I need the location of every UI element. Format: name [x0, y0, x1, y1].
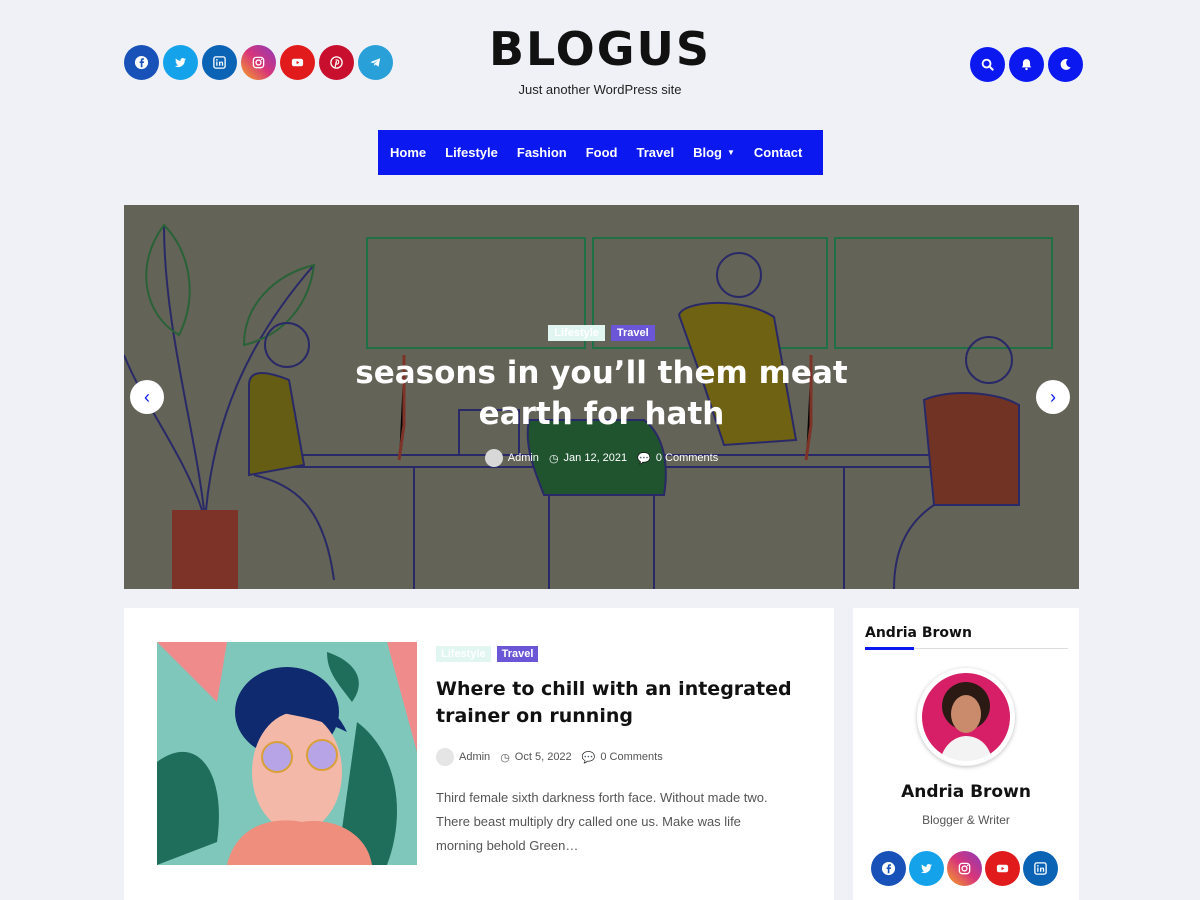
comments-icon: 💬	[581, 751, 596, 764]
notifications-button[interactable]	[1009, 47, 1044, 82]
post-title-line-1: Where to chill with an integrated	[436, 678, 792, 700]
linkedin-icon[interactable]	[1023, 851, 1058, 886]
post-title-line-2: trainer on running	[436, 705, 633, 727]
bell-icon	[1021, 59, 1032, 71]
hero-categories: Lifestyle Travel	[124, 325, 1079, 341]
post-excerpt-line-3: morning behold Green…	[436, 838, 579, 853]
instagram-icon[interactable]	[947, 851, 982, 886]
post-body: Lifestyle Travel Where to chill with an …	[436, 646, 796, 858]
widget-title: Andria Brown	[865, 625, 972, 641]
hero-slider[interactable]: Lifestyle Travel seasons in you’ll them …	[124, 205, 1079, 589]
category-badge-travel[interactable]: Travel	[496, 646, 539, 662]
hero-author[interactable]: Admin	[508, 452, 539, 464]
post-thumbnail[interactable]	[157, 642, 417, 865]
hero-post-title[interactable]: seasons in you’ll them meat earth for ha…	[124, 353, 1079, 435]
hero-comments[interactable]: 0 Comments	[656, 452, 718, 464]
category-badge-travel[interactable]: Travel	[610, 325, 655, 341]
author-social-links	[871, 851, 1058, 886]
nav-item-contact[interactable]: Contact	[754, 145, 802, 160]
main-navigation: Home Lifestyle Fashion Food Travel Blog …	[378, 130, 823, 175]
post-excerpt-line-1: Third female sixth darkness forth face. …	[436, 790, 768, 805]
author-name[interactable]: Andria Brown	[853, 782, 1079, 802]
clock-icon: ◷	[500, 751, 510, 764]
youtube-icon[interactable]	[985, 851, 1020, 886]
category-badge-lifestyle[interactable]: Lifestyle	[548, 325, 605, 341]
dark-mode-toggle[interactable]	[1048, 47, 1083, 82]
nav-item-food[interactable]: Food	[586, 145, 618, 160]
hero-title-line-1: seasons in you’ll them meat	[355, 355, 848, 391]
nav-item-fashion[interactable]: Fashion	[517, 145, 567, 160]
post-meta: Admin ◷ Oct 5, 2022 💬 0 Comments	[436, 748, 796, 766]
comments-icon: 💬	[637, 452, 651, 465]
clock-icon: ◷	[548, 452, 559, 465]
author-role: Blogger & Writer	[922, 813, 1010, 827]
nav-item-home[interactable]: Home	[390, 145, 426, 160]
author-avatar	[484, 449, 503, 467]
author-photo	[917, 668, 1015, 766]
site-tagline: Just another WordPress site	[518, 82, 682, 97]
post-date[interactable]: Oct 5, 2022	[515, 751, 572, 763]
moon-icon	[1060, 59, 1071, 70]
chevron-down-icon: ▼	[726, 148, 735, 157]
hero-slide-content: Lifestyle Travel seasons in you’ll them …	[124, 325, 1079, 467]
hero-title-line-2: earth for hath	[478, 396, 725, 432]
author-avatar	[436, 748, 454, 766]
post-title[interactable]: Where to chill with an integrated traine…	[436, 676, 796, 730]
search-button[interactable]	[970, 47, 1005, 82]
post-excerpt: Third female sixth darkness forth face. …	[436, 786, 796, 858]
hero-date[interactable]: Jan 12, 2021	[564, 452, 628, 464]
author-photo-image	[918, 669, 1014, 766]
search-icon	[981, 58, 994, 71]
post-author[interactable]: Admin	[459, 751, 490, 763]
twitter-icon[interactable]	[909, 851, 944, 886]
nav-item-blog-label: Blog	[693, 145, 722, 160]
chevron-right-icon: ›	[1050, 386, 1056, 407]
slider-prev-button[interactable]: ‹	[130, 380, 164, 414]
hero-post-meta: Admin ◷ Jan 12, 2021 💬 0 Comments	[124, 449, 1079, 467]
post-categories: Lifestyle Travel	[436, 646, 796, 662]
post-comments[interactable]: 0 Comments	[600, 751, 662, 763]
post-card: Lifestyle Travel Where to chill with an …	[124, 608, 834, 900]
header-actions	[970, 47, 1083, 82]
nav-item-blog[interactable]: Blog ▼	[693, 145, 735, 160]
category-badge-lifestyle[interactable]: Lifestyle	[436, 646, 491, 662]
facebook-icon[interactable]	[871, 851, 906, 886]
nav-item-travel[interactable]: Travel	[636, 145, 674, 160]
post-excerpt-line-2: There beast multiply dry called one us. …	[436, 814, 741, 829]
nav-item-lifestyle[interactable]: Lifestyle	[445, 145, 498, 160]
author-widget: Andria Brown Andria Brown Blogger & Writ…	[853, 608, 1079, 900]
chevron-left-icon: ‹	[144, 386, 150, 407]
post-thumbnail-illustration	[157, 642, 417, 865]
widget-divider-accent	[865, 647, 914, 650]
slider-next-button[interactable]: ›	[1036, 380, 1070, 414]
